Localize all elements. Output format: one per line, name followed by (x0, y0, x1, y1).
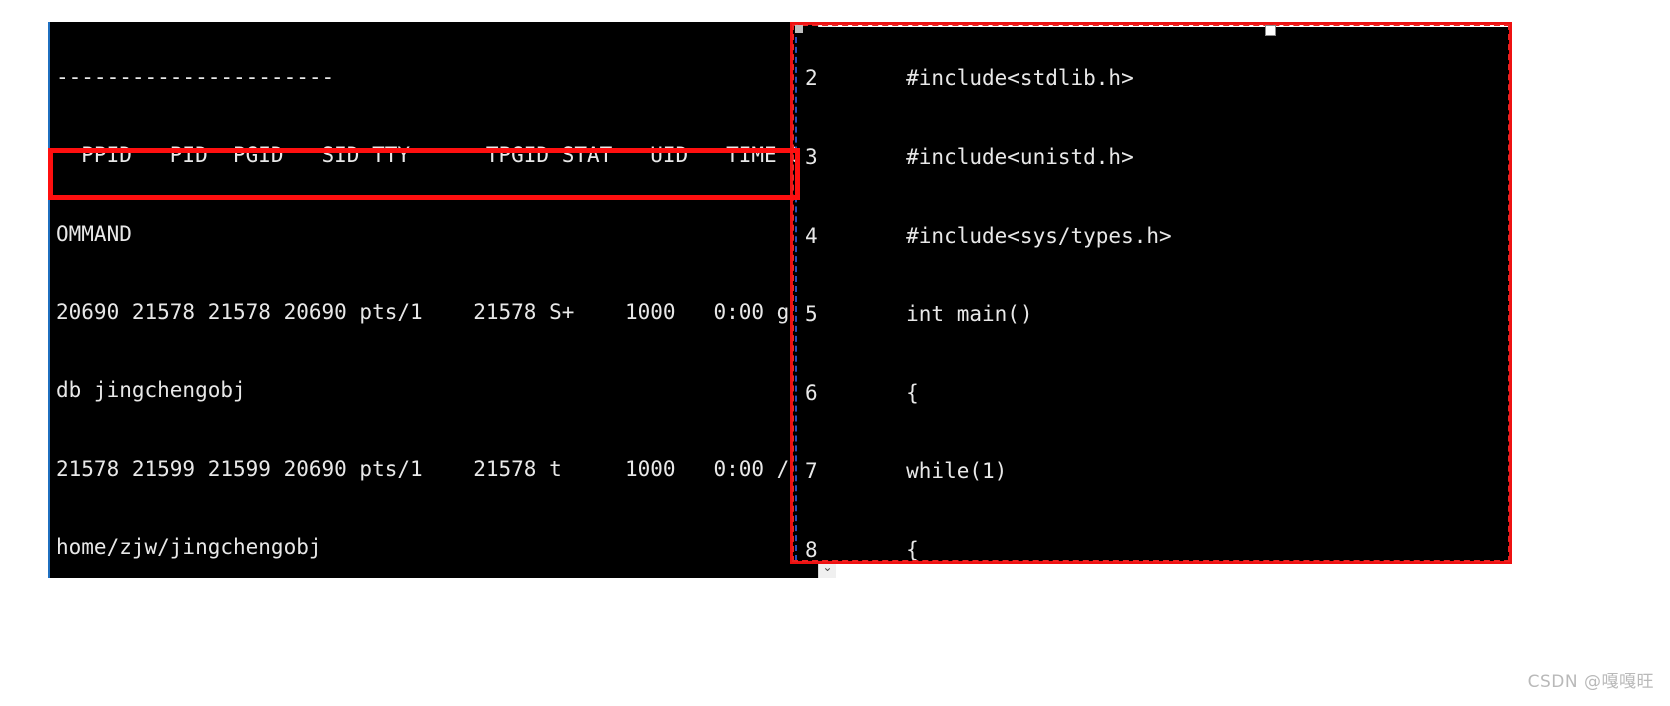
csdn-watermark: CSDN @嘎嘎旺 (1527, 672, 1654, 692)
terminal-line-highlighted: 21578 21599 21599 20690 pts/1 21578 t 10… (56, 456, 790, 481)
gdb-source-line: 8 { (805, 537, 919, 561)
ps-output-terminal[interactable]: ---------------------- PPID PID PGID SID… (48, 22, 836, 578)
gdb-source-line: 4 #include<sys/types.h> (805, 223, 1172, 248)
terminal-line-ps-header-wrap: OMMAND (56, 221, 132, 246)
terminal-line: ---------------------- (56, 65, 335, 90)
terminal-line: 20690 21578 21578 20690 pts/1 21578 S+ 1… (56, 300, 790, 325)
terminal-line: db jingchengobj (56, 378, 246, 403)
gdb-output-area[interactable]: 2 #include<stdlib.h> 3 #include<unistd.h… (795, 27, 1509, 561)
selection-handle-top-center[interactable] (1265, 25, 1276, 36)
selection-handle-top-left[interactable] (795, 25, 803, 33)
gdb-source-line: 7 while(1) (805, 459, 1008, 484)
terminal-output-text: ---------------------- PPID PID PGID SID… (56, 22, 816, 578)
gdb-source-line: 5 int main() (805, 302, 1033, 327)
gdb-source-line: 2 #include<stdlib.h> (805, 66, 1134, 91)
terminal-line-ps-header: PPID PID PGID SID TTY TPGID STAT UID TIM… (56, 143, 802, 168)
gdb-source-line: 6 { (805, 380, 919, 405)
terminal-line: home/zjw/jingchengobj (56, 534, 322, 559)
gdb-output-text: 2 #include<stdlib.h> 3 #include<unistd.h… (805, 27, 1462, 561)
gdb-session-panel[interactable]: 2 #include<stdlib.h> 3 #include<unistd.h… (790, 22, 1512, 564)
gdb-source-line: 3 #include<unistd.h> (805, 145, 1134, 169)
